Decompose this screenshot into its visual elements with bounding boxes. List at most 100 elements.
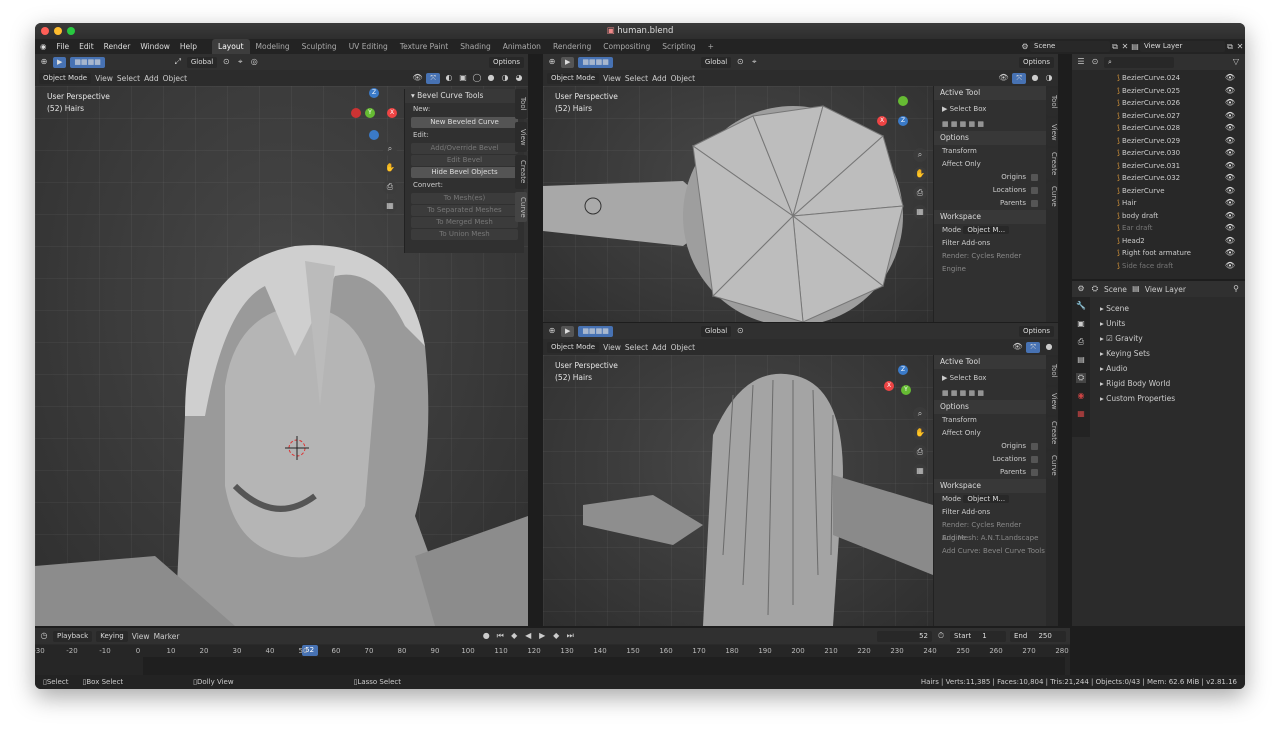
filter-icon[interactable]: ▽ <box>1231 57 1241 67</box>
tab-curve[interactable]: Curve <box>1046 182 1058 210</box>
properties-section[interactable]: ▸ Rigid Body World <box>1072 376 1245 391</box>
tab-curve[interactable]: Curve <box>515 192 527 222</box>
overlay-icon[interactable]: ◐ <box>444 73 454 83</box>
select-mode-icons[interactable]: ▦▦▦▦ <box>578 56 613 68</box>
visibility-eye-icon[interactable]: 👁 <box>1225 222 1235 235</box>
tab-compositing[interactable]: Compositing <box>597 39 656 54</box>
copy-icon[interactable]: ⧉ <box>1225 42 1235 52</box>
select-mode-icons[interactable]: ▦▦▦▦ <box>578 325 613 337</box>
new-beveled-curve-button[interactable]: New Beveled Curve <box>411 117 518 128</box>
shading-wireframe-icon[interactable]: ◯ <box>472 73 482 83</box>
locations-checkbox[interactable]: Locations <box>934 453 1046 466</box>
menu-marker[interactable]: Marker <box>154 632 180 641</box>
gizmo-x-icon[interactable]: X <box>884 381 894 391</box>
zoom-icon[interactable]: ⌕ <box>383 142 397 156</box>
menu-select[interactable]: Select <box>625 74 648 83</box>
tab-texture-paint[interactable]: Texture Paint <box>394 39 454 54</box>
tab-create[interactable]: Create <box>515 155 527 189</box>
camera-icon[interactable]: ⎙ <box>913 445 927 459</box>
origins-checkbox[interactable]: Origins <box>934 440 1046 453</box>
options-button[interactable]: Options <box>1018 56 1054 68</box>
properties-section[interactable]: ▸ ☑ Gravity <box>1072 331 1245 346</box>
menu-window[interactable]: Window <box>135 42 175 51</box>
visibility-eye-icon[interactable]: 👁 <box>1225 135 1235 148</box>
editor-type-icon[interactable]: ⊕ <box>547 57 557 67</box>
visibility-icon[interactable]: 👁 <box>1012 342 1022 352</box>
properties-section[interactable]: ▸ Custom Properties <box>1072 391 1245 406</box>
menu-edit[interactable]: Edit <box>74 42 99 51</box>
shading-material-icon[interactable]: ◑ <box>500 73 510 83</box>
visibility-eye-icon[interactable]: 👁 <box>1225 147 1235 160</box>
visibility-eye-icon[interactable]: 👁 <box>1225 210 1235 223</box>
parents-checkbox[interactable]: Parents <box>934 197 1046 210</box>
menu-add[interactable]: Add <box>652 343 667 352</box>
object-mode-select[interactable]: Object Mode <box>39 72 92 84</box>
tab-scripting[interactable]: Scripting <box>656 39 701 54</box>
menu-view[interactable]: View <box>95 74 113 83</box>
mode-select[interactable]: Object M... <box>963 495 1010 503</box>
shading-solid-icon[interactable]: ● <box>486 73 496 83</box>
filter-addons-checkbox[interactable]: Filter Add-ons <box>934 237 1046 250</box>
editor-type-icon[interactable]: ☰ <box>1076 57 1086 67</box>
grid-view-icon[interactable]: ▦ <box>383 199 397 213</box>
tab-view[interactable]: View <box>515 122 527 152</box>
search-input[interactable]: ⌕ <box>1104 56 1174 68</box>
pivot-icon[interactable]: ⊙ <box>735 57 745 67</box>
select-mode-buttons[interactable]: ▦ ▦ ▦ ▦ ▦ <box>934 387 1046 400</box>
stopwatch-icon[interactable]: ⏱ <box>936 631 946 641</box>
shading-solid-icon[interactable]: ● <box>1044 342 1054 352</box>
xray-icon[interactable]: ▣ <box>458 73 468 83</box>
tab-view[interactable]: View <box>1046 387 1058 415</box>
hide-bevel-objects-button[interactable]: Hide Bevel Objects <box>411 167 518 178</box>
viewport-3d-top-right[interactable]: User Perspective (52) Hairs X Z ⌕ ✋ ⎙ ▦ <box>543 86 933 322</box>
mode-select[interactable]: Object M... <box>963 226 1010 234</box>
zoom-icon[interactable]: ⌕ <box>913 407 927 421</box>
view-layer-selector[interactable]: View Layer <box>1140 41 1225 52</box>
outliner-item[interactable]: ⟆ BezierCurve 👁 <box>1072 185 1245 198</box>
tab-view[interactable]: View <box>1046 118 1058 146</box>
snap-icon[interactable]: ⌖ <box>235 57 245 67</box>
gizmo-y-icon[interactable]: Y <box>365 108 375 118</box>
outliner-item[interactable]: ⟆ Right foot armature 👁 <box>1072 247 1245 260</box>
pan-hand-icon[interactable]: ✋ <box>913 167 927 181</box>
outliner-item[interactable]: ⟆ Side face draft 👁 <box>1072 260 1245 273</box>
outliner-item[interactable]: ⟆ Ear draft 👁 <box>1072 222 1245 235</box>
outliner-item[interactable]: ⟆ BezierCurve.025 👁 <box>1072 85 1245 98</box>
gizmo-y-icon[interactable] <box>898 96 908 106</box>
grid-view-icon[interactable]: ▦ <box>913 464 927 478</box>
outliner-item[interactable]: ⟆ BezierCurve.032 👁 <box>1072 172 1245 185</box>
shading-material-icon[interactable]: ◑ <box>1044 73 1054 83</box>
to-separated-meshes-button[interactable]: To Separated Meshes <box>411 205 518 216</box>
gizmo-y-icon[interactable]: Y <box>901 385 911 395</box>
outliner-item[interactable]: ⟆ BezierCurve.024 👁 <box>1072 72 1245 85</box>
menu-select[interactable]: Select <box>625 343 648 352</box>
select-tool-icon[interactable]: ▶ <box>561 56 575 68</box>
tab-animation[interactable]: Animation <box>497 39 547 54</box>
select-mode-buttons[interactable]: ▦ ▦ ▦ ▦ ▦ <box>934 118 1046 131</box>
tab-create[interactable]: Create <box>1046 417 1058 449</box>
viewport-3d-left[interactable]: User Perspective (52) Hairs Z Y X ⌕ ✋ ⎙ … <box>35 86 528 626</box>
visibility-eye-icon[interactable]: 👁 <box>1225 122 1235 135</box>
scene-selector[interactable]: Scene <box>1030 41 1110 52</box>
to-union-mesh-button[interactable]: To Union Mesh <box>411 229 518 240</box>
maximize-button[interactable] <box>67 27 75 35</box>
pivot-icon[interactable]: ⊙ <box>221 57 231 67</box>
select-tool-icon[interactable]: ▶ <box>53 56 67 68</box>
play-icon[interactable]: ▶ <box>537 631 547 641</box>
outliner-item[interactable]: ⟆ Hair 👁 <box>1072 197 1245 210</box>
tab-tool[interactable]: Tool <box>1046 357 1058 385</box>
visibility-eye-icon[interactable]: 👁 <box>1225 160 1235 173</box>
to-merged-mesh-button[interactable]: To Merged Mesh <box>411 217 518 228</box>
gizmo-x-icon[interactable]: X <box>877 116 887 126</box>
parents-checkbox[interactable]: Parents <box>934 466 1046 479</box>
select-box-tool[interactable]: ▶ Select Box <box>934 369 1046 387</box>
menu-view[interactable]: View <box>603 74 621 83</box>
addon-cycles[interactable]: Render: Cycles Render Engine <box>934 519 1046 542</box>
close-icon[interactable]: ✕ <box>1235 42 1245 52</box>
visibility-eye-icon[interactable]: 👁 <box>1225 172 1235 185</box>
transform-subheader[interactable]: Transform <box>934 145 1046 158</box>
play-reverse-icon[interactable]: ◀ <box>523 631 533 641</box>
menu-view[interactable]: View <box>132 632 150 641</box>
outliner-item[interactable]: ⟆ Head2 👁 <box>1072 235 1245 248</box>
menu-add[interactable]: Add <box>652 74 667 83</box>
